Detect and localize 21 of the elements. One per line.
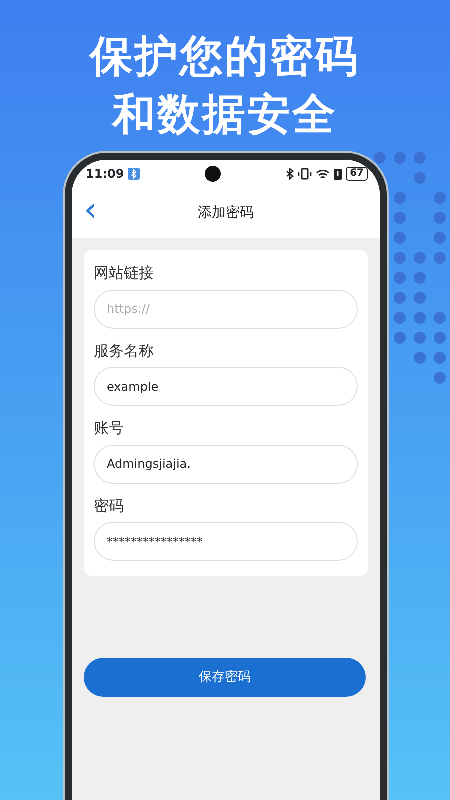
alert-icon (334, 168, 342, 180)
input-field[interactable]: Admingsjiajia. (94, 444, 358, 484)
field-label: 网站链接 (94, 263, 155, 284)
save-button[interactable]: 保存密码 (84, 658, 366, 697)
field-label: 密码 (94, 496, 125, 516)
input-field[interactable]: **************** (94, 522, 358, 561)
battery-level: 67 (346, 167, 368, 181)
bluetooth-icon (286, 168, 294, 180)
vibrate-icon (298, 168, 312, 180)
camera-cutout (205, 166, 222, 182)
bluetooth-badge-icon (128, 168, 140, 180)
status-time: 11:09 (86, 166, 124, 183)
field-label: 账号 (94, 418, 125, 439)
headline: 和数据安全 (112, 90, 338, 140)
page-title: 添加密码 (198, 204, 254, 220)
input-field[interactable]: example (94, 367, 358, 406)
back-button[interactable]: ‹ (72, 193, 106, 233)
input-field[interactable]: https:// (94, 290, 358, 328)
headline: 保护您的密码 (90, 32, 360, 82)
field-label: 服务名称 (94, 340, 155, 362)
wifi-icon (316, 168, 330, 180)
